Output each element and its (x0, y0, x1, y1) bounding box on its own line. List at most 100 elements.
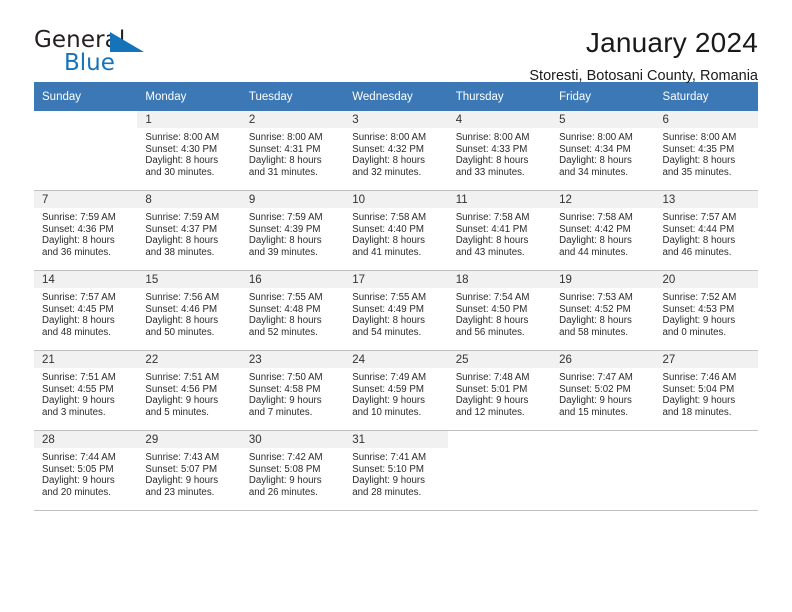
daylight-text-line2: and 35 minutes. (662, 166, 732, 178)
day-number: 10 (344, 191, 448, 208)
day-details: Sunrise: 7:42 AM Sunset: 5:08 PM Daylight:… (241, 448, 344, 498)
calendar-day-cell[interactable]: 29 Sunrise: 7:43 AM Sunset: 5:07 PM Dayligh… (137, 430, 241, 511)
sunset-text: Sunset: 4:37 PM (145, 223, 218, 235)
calendar-day-cell[interactable]: 25 Sunrise: 7:48 AM Sunset: 5:01 PM Dayligh… (447, 350, 552, 431)
calendar-day-cell[interactable]: 28 Sunrise: 7:44 AM Sunset: 5:05 PM Dayligh… (34, 430, 138, 511)
calendar-day-cell[interactable]: 8 Sunrise: 7:59 AM Sunset: 4:37 PM Daylight… (137, 190, 241, 271)
page-title: January 2024 (585, 27, 758, 58)
day-number: 8 (137, 191, 241, 208)
daylight-text-line1: Daylight: 8 hours (248, 315, 322, 327)
calendar-day-cell[interactable]: 11 Sunrise: 7:58 AM Sunset: 4:41 PM Dayligh… (447, 190, 552, 271)
day-details: Sunrise: 7:44 AM Sunset: 5:05 PM Daylight:… (34, 448, 137, 498)
calendar-day-cell[interactable]: 22 Sunrise: 7:51 AM Sunset: 4:56 PM Dayligh… (137, 350, 241, 431)
calendar-day-cell[interactable]: 1 Sunrise: 8:00 AM Sunset: 4:30 PM Daylight… (137, 111, 241, 191)
daylight-text-line1: Daylight: 8 hours (352, 155, 425, 167)
calendar-day-cell[interactable]: 9 Sunrise: 7:59 AM Sunset: 4:39 PM Daylight… (240, 190, 345, 271)
day-number: 22 (137, 351, 241, 368)
daylight-text-line1: Daylight: 9 hours (352, 475, 425, 487)
day-number: 29 (137, 431, 241, 448)
calendar-week-row: 14 Sunrise: 7:57 AM Sunset: 4:45 PM Dayligh… (34, 270, 758, 351)
sunset-text: Sunset: 4:34 PM (559, 143, 631, 155)
sunrise-text: Sunrise: 8:00 AM (145, 132, 220, 143)
calendar-day-cell[interactable]: 27 Sunrise: 7:46 AM Sunset: 5:04 PM Dayligh… (654, 350, 758, 431)
daylight-text-line2: and 3 minutes. (42, 406, 106, 418)
calendar-day-cell[interactable]: 18 Sunrise: 7:54 AM Sunset: 4:50 PM Dayligh… (447, 270, 552, 351)
daylight-text-line1: Daylight: 9 hours (662, 395, 736, 407)
daylight-text-line1: Daylight: 8 hours (42, 315, 115, 327)
daylight-text-line2: and 18 minutes. (662, 406, 732, 418)
sunrise-text: Sunrise: 7:59 AM (248, 212, 323, 223)
page-header: General Blue January 2024 Storesti, Boto… (34, 0, 758, 84)
day-number: 19 (551, 271, 655, 288)
daylight-text-line1: Daylight: 8 hours (248, 235, 322, 247)
day-number: 13 (654, 191, 758, 208)
calendar-day-cell[interactable]: 17 Sunrise: 7:55 AM Sunset: 4:49 PM Dayligh… (344, 270, 448, 351)
day-details: Sunrise: 7:58 AM Sunset: 4:41 PM Daylight:… (448, 208, 551, 258)
calendar-day-cell[interactable]: 30 Sunrise: 7:42 AM Sunset: 5:08 PM Dayligh… (240, 430, 345, 511)
calendar-week-row: 1 Sunrise: 8:00 AM Sunset: 4:30 PM Daylight… (34, 111, 758, 191)
calendar-day-cell[interactable]: 24 Sunrise: 7:49 AM Sunset: 4:59 PM Dayligh… (344, 350, 448, 431)
calendar-day-cell[interactable]: 3 Sunrise: 8:00 AM Sunset: 4:32 PM Daylight… (344, 111, 448, 191)
calendar-day-cell[interactable]: 23 Sunrise: 7:50 AM Sunset: 4:58 PM Dayligh… (240, 350, 345, 431)
day-number: 30 (240, 431, 345, 448)
calendar-day-cell[interactable]: 4 Sunrise: 8:00 AM Sunset: 4:33 PM Daylight… (447, 111, 552, 191)
daylight-text-line1: Daylight: 8 hours (145, 235, 219, 247)
calendar-body: 1 Sunrise: 8:00 AM Sunset: 4:30 PM Daylight… (34, 111, 758, 511)
sunrise-text: Sunrise: 8:00 AM (455, 132, 530, 143)
day-details: Sunrise: 8:00 AM Sunset: 4:33 PM Daylight:… (448, 128, 551, 178)
daylight-text-line2: and 38 minutes. (145, 246, 215, 258)
calendar-page: General Blue January 2024 Storesti, Boto… (0, 0, 792, 612)
sunset-text: Sunset: 4:40 PM (352, 223, 424, 235)
sunset-text: Sunset: 4:53 PM (662, 303, 735, 315)
daylight-text-line1: Daylight: 9 hours (248, 475, 322, 487)
day-details: Sunrise: 7:53 AM Sunset: 4:52 PM Daylight:… (551, 288, 654, 338)
calendar-day-cell[interactable]: 15 Sunrise: 7:56 AM Sunset: 4:46 PM Dayligh… (137, 270, 241, 351)
day-details: Sunrise: 7:59 AM Sunset: 4:37 PM Daylight:… (137, 208, 240, 258)
calendar-day-cell[interactable]: 10 Sunrise: 7:58 AM Sunset: 4:40 PM Dayligh… (344, 190, 448, 271)
calendar-day-cell[interactable]: 16 Sunrise: 7:55 AM Sunset: 4:48 PM Dayligh… (240, 270, 345, 351)
calendar-day-cell-empty (34, 111, 138, 191)
daylight-text-line1: Daylight: 9 hours (352, 395, 425, 407)
day-details: Sunrise: 7:41 AM Sunset: 5:10 PM Daylight:… (344, 448, 447, 498)
day-number: 12 (551, 191, 655, 208)
calendar-day-cell[interactable]: 21 Sunrise: 7:51 AM Sunset: 4:55 PM Dayligh… (34, 350, 138, 431)
calendar-day-cell[interactable]: 14 Sunrise: 7:57 AM Sunset: 4:45 PM Dayligh… (34, 270, 138, 351)
calendar-day-cell[interactable]: 12 Sunrise: 7:58 AM Sunset: 4:42 PM Dayligh… (551, 190, 655, 271)
sunrise-text: Sunrise: 8:00 AM (352, 132, 427, 143)
sunrise-text: Sunrise: 7:58 AM (352, 212, 427, 223)
sunrise-text: Sunrise: 7:53 AM (559, 292, 633, 303)
sunrise-text: Sunrise: 7:49 AM (352, 372, 427, 383)
sunrise-text: Sunrise: 8:00 AM (662, 132, 737, 143)
calendar-day-cell[interactable]: 20 Sunrise: 7:52 AM Sunset: 4:53 PM Dayligh… (654, 270, 758, 351)
calendar-day-cell[interactable]: 7 Sunrise: 7:59 AM Sunset: 4:36 PM Daylight… (34, 190, 138, 271)
sunset-text: Sunset: 4:45 PM (42, 303, 114, 315)
sunrise-text: Sunrise: 7:55 AM (352, 292, 427, 303)
sunset-text: Sunset: 4:56 PM (145, 383, 218, 395)
daylight-text-line1: Daylight: 9 hours (559, 395, 632, 407)
sunrise-text: Sunrise: 7:54 AM (455, 292, 530, 303)
day-details: Sunrise: 7:57 AM Sunset: 4:44 PM Daylight:… (655, 208, 758, 258)
calendar-table: Sunday Monday Tuesday Wednesday Thursday Frid… (34, 82, 758, 511)
sunset-text: Sunset: 4:49 PM (352, 303, 424, 315)
day-number: 3 (344, 111, 448, 128)
general-blue-logo[interactable]: General Blue (34, 26, 244, 76)
sunset-text: Sunset: 5:01 PM (455, 383, 528, 395)
calendar-day-cell[interactable]: 6 Sunrise: 8:00 AM Sunset: 4:35 PM Daylight… (654, 111, 758, 191)
calendar-day-cell[interactable]: 13 Sunrise: 7:57 AM Sunset: 4:44 PM Dayligh… (654, 190, 758, 271)
calendar-week-row: 21 Sunrise: 7:51 AM Sunset: 4:55 PM Dayligh… (34, 350, 758, 431)
calendar-day-cell[interactable]: 2 Sunrise: 8:00 AM Sunset: 4:31 PM Daylight… (240, 111, 345, 191)
day-details: Sunrise: 7:58 AM Sunset: 4:42 PM Daylight:… (551, 208, 654, 258)
calendar-day-cell[interactable]: 19 Sunrise: 7:53 AM Sunset: 4:52 PM Dayligh… (551, 270, 655, 351)
day-details: Sunrise: 7:50 AM Sunset: 4:58 PM Daylight:… (241, 368, 344, 418)
calendar-day-cell[interactable]: 26 Sunrise: 7:47 AM Sunset: 5:02 PM Dayligh… (551, 350, 655, 431)
day-details: Sunrise: 8:00 AM Sunset: 4:34 PM Daylight:… (551, 128, 654, 178)
day-number: 7 (34, 191, 138, 208)
weekday-header-tuesday: Tuesday (240, 82, 345, 111)
daylight-text-line2: and 15 minutes. (559, 406, 629, 418)
day-number: 5 (551, 111, 655, 128)
day-number: 31 (344, 431, 448, 448)
calendar-day-cell[interactable]: 31 Sunrise: 7:41 AM Sunset: 5:10 PM Dayligh… (344, 430, 448, 511)
sunset-text: Sunset: 4:39 PM (248, 223, 321, 235)
calendar-day-cell[interactable]: 5 Sunrise: 8:00 AM Sunset: 4:34 PM Daylight… (551, 111, 655, 191)
logo-text-blue: Blue (64, 50, 115, 76)
